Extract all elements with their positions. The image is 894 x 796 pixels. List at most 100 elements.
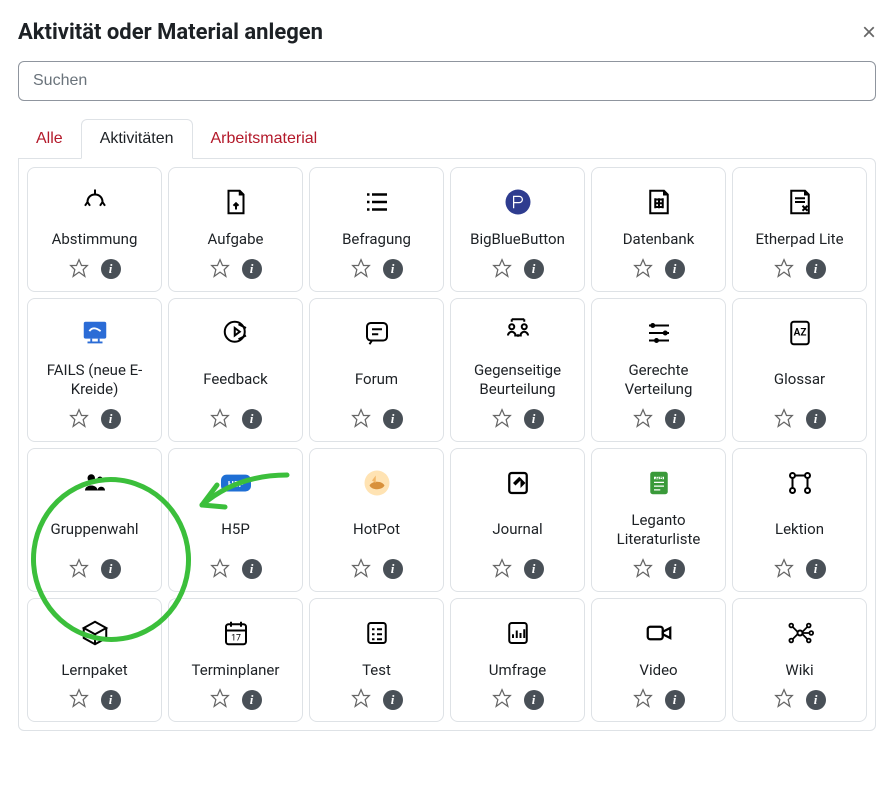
favorite-button[interactable]	[351, 688, 371, 711]
info-button[interactable]: i	[524, 690, 544, 710]
favorite-button[interactable]	[69, 408, 89, 431]
activity-card-ratingalloc[interactable]: Gerechte Verteilung i	[591, 298, 726, 442]
favorite-button[interactable]	[351, 258, 371, 281]
activity-card-group[interactable]: Gruppenwahl i	[27, 448, 162, 592]
card-actions: i	[633, 408, 685, 431]
favorite-button[interactable]	[774, 688, 794, 711]
info-button[interactable]: i	[665, 409, 685, 429]
favorite-button[interactable]	[210, 258, 230, 281]
activity-card-survey[interactable]: Umfrage i	[450, 598, 585, 723]
activity-card-h5p[interactable]: H5P i	[168, 448, 303, 592]
activity-label: Gerechte Verteilung	[598, 361, 719, 400]
card-actions: i	[351, 558, 403, 581]
info-button[interactable]: i	[665, 259, 685, 279]
tab-all[interactable]: Alle	[18, 119, 81, 159]
activity-card-glossary[interactable]: Glossar i	[732, 298, 867, 442]
tab-activities[interactable]: Aktivitäten	[81, 119, 193, 159]
activity-card-scorm[interactable]: Lernpaket i	[27, 598, 162, 723]
favorite-button[interactable]	[633, 558, 653, 581]
favorite-button[interactable]	[492, 558, 512, 581]
info-button[interactable]: i	[524, 559, 544, 579]
activity-card-fails[interactable]: FAILS (neue E-Kreide) i	[27, 298, 162, 442]
favorite-button[interactable]	[210, 688, 230, 711]
forum-icon	[362, 315, 392, 351]
favorite-button[interactable]	[774, 258, 794, 281]
activity-card-wiki[interactable]: Wiki i	[732, 598, 867, 723]
info-button[interactable]: i	[101, 690, 121, 710]
favorite-button[interactable]	[774, 408, 794, 431]
info-button[interactable]: i	[524, 259, 544, 279]
info-button[interactable]: i	[383, 409, 403, 429]
tab-resources[interactable]: Arbeitsmaterial	[193, 119, 336, 159]
activity-card-workshop[interactable]: Gegenseitige Beurteilung i	[450, 298, 585, 442]
favorite-button[interactable]	[492, 258, 512, 281]
info-button[interactable]: i	[665, 559, 685, 579]
activity-card-journal[interactable]: Journal i	[450, 448, 585, 592]
activity-card-video[interactable]: Video i	[591, 598, 726, 723]
card-actions: i	[492, 258, 544, 281]
favorite-button[interactable]	[69, 688, 89, 711]
info-button[interactable]: i	[242, 690, 262, 710]
activity-card-question[interactable]: Befragung i	[309, 167, 444, 292]
hotpot-icon	[362, 465, 392, 501]
info-button[interactable]: i	[665, 690, 685, 710]
favorite-button[interactable]	[210, 408, 230, 431]
info-button[interactable]: i	[101, 409, 121, 429]
modal-title: Aktivität oder Material anlegen	[18, 20, 323, 45]
info-button[interactable]: i	[101, 559, 121, 579]
scheduler-icon	[221, 615, 251, 651]
activity-card-leganto[interactable]: Leganto Literaturliste i	[591, 448, 726, 592]
info-button[interactable]: i	[806, 559, 826, 579]
workshop-icon	[503, 315, 533, 351]
activity-card-feedback[interactable]: Feedback i	[168, 298, 303, 442]
favorite-button[interactable]	[633, 688, 653, 711]
scorm-icon	[80, 615, 110, 651]
activity-card-assign[interactable]: Aufgabe i	[168, 167, 303, 292]
favorite-button[interactable]	[492, 688, 512, 711]
info-button[interactable]: i	[806, 690, 826, 710]
info-button[interactable]: i	[101, 259, 121, 279]
favorite-button[interactable]	[351, 408, 371, 431]
favorite-button[interactable]	[633, 408, 653, 431]
card-actions: i	[492, 408, 544, 431]
leganto-icon	[644, 465, 674, 501]
favorite-button[interactable]	[492, 408, 512, 431]
info-button[interactable]: i	[242, 559, 262, 579]
favorite-button[interactable]	[351, 558, 371, 581]
h5p-icon	[221, 465, 251, 501]
favorite-button[interactable]	[210, 558, 230, 581]
activity-card-bbb[interactable]: BigBlueButton i	[450, 167, 585, 292]
favorite-button[interactable]	[69, 258, 89, 281]
card-actions: i	[492, 558, 544, 581]
info-button[interactable]: i	[806, 259, 826, 279]
favorite-button[interactable]	[69, 558, 89, 581]
activity-label: Etherpad Lite	[755, 230, 843, 250]
journal-icon	[503, 465, 533, 501]
card-actions: i	[774, 258, 826, 281]
info-button[interactable]: i	[383, 690, 403, 710]
activity-card-hotpot[interactable]: HotPot i	[309, 448, 444, 592]
info-button[interactable]: i	[383, 559, 403, 579]
activity-card-quiz[interactable]: Test i	[309, 598, 444, 723]
search-input[interactable]	[18, 61, 876, 101]
activity-label: Abstimmung	[52, 230, 138, 250]
activity-card-database[interactable]: Datenbank i	[591, 167, 726, 292]
activity-label: Lernpaket	[61, 661, 127, 681]
info-button[interactable]: i	[242, 259, 262, 279]
info-button[interactable]: i	[242, 409, 262, 429]
survey-icon	[503, 615, 533, 651]
favorite-button[interactable]	[633, 258, 653, 281]
favorite-button[interactable]	[774, 558, 794, 581]
activity-label: Wiki	[785, 661, 813, 681]
activity-card-scheduler[interactable]: Terminplaner i	[168, 598, 303, 723]
close-button[interactable]: ×	[862, 21, 876, 45]
activity-card-choice[interactable]: Abstimmung i	[27, 167, 162, 292]
info-button[interactable]: i	[806, 409, 826, 429]
info-button[interactable]: i	[383, 259, 403, 279]
info-button[interactable]: i	[524, 409, 544, 429]
lesson-icon	[785, 465, 815, 501]
activity-card-etherpad[interactable]: Etherpad Lite i	[732, 167, 867, 292]
bbb-icon	[503, 184, 533, 220]
activity-card-lesson[interactable]: Lektion i	[732, 448, 867, 592]
activity-card-forum[interactable]: Forum i	[309, 298, 444, 442]
